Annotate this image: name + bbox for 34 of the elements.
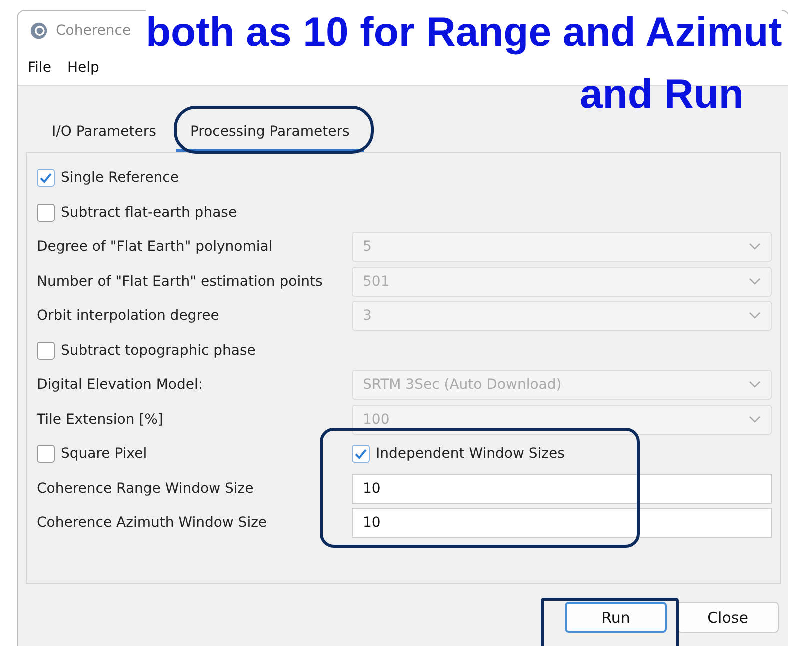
checkbox-label: Subtract topographic phase [61, 342, 256, 359]
annotation-text: and Run [580, 70, 744, 118]
dialog-button[interactable]: Run [565, 602, 667, 633]
field-label: Coherence Range Window Size [37, 480, 255, 497]
field-label: Tile Extension [%] [37, 412, 164, 428]
chevron-down-icon [749, 381, 761, 390]
field-label: Degree of "Flat Earth" polynomial [37, 239, 274, 256]
window-title: Coherence [56, 23, 132, 39]
app-icon [30, 22, 48, 40]
menu-item[interactable]: Help [67, 60, 100, 76]
checkbox-label: Single Reference [61, 170, 179, 186]
checkbox[interactable] [37, 169, 55, 188]
field-label: Number of "Flat Earth" estimation points [37, 274, 324, 290]
input-field[interactable]: 10 [352, 474, 772, 504]
checkbox[interactable] [37, 204, 55, 222]
chevron-down-icon [749, 312, 761, 320]
menu-item[interactable]: File [28, 60, 52, 76]
field-label: Orbit interpolation degree [37, 308, 220, 324]
checkbox-label: Subtract flat-earth phase [61, 204, 238, 221]
tab[interactable]: I/O Parameters [38, 114, 170, 152]
dialog-button[interactable]: Close [677, 602, 779, 633]
input-field[interactable]: 10 [352, 508, 772, 538]
chevron-down-icon [749, 278, 761, 286]
field-label: Coherence Azimuth Window Size [37, 515, 268, 532]
tab[interactable]: Processing Parameters [176, 114, 364, 152]
checkbox[interactable] [352, 445, 370, 464]
annotation-text: both as 10 for Range and Azimut [146, 10, 782, 54]
chevron-down-icon [749, 243, 761, 252]
chevron-down-icon [749, 416, 761, 424]
checkbox[interactable] [37, 342, 55, 360]
field-label: Digital Elevation Model: [37, 377, 204, 394]
checkbox[interactable] [37, 445, 55, 464]
checkbox-label: Square Pixel [61, 446, 148, 462]
checkbox-label: Independent Window Sizes [376, 446, 565, 462]
